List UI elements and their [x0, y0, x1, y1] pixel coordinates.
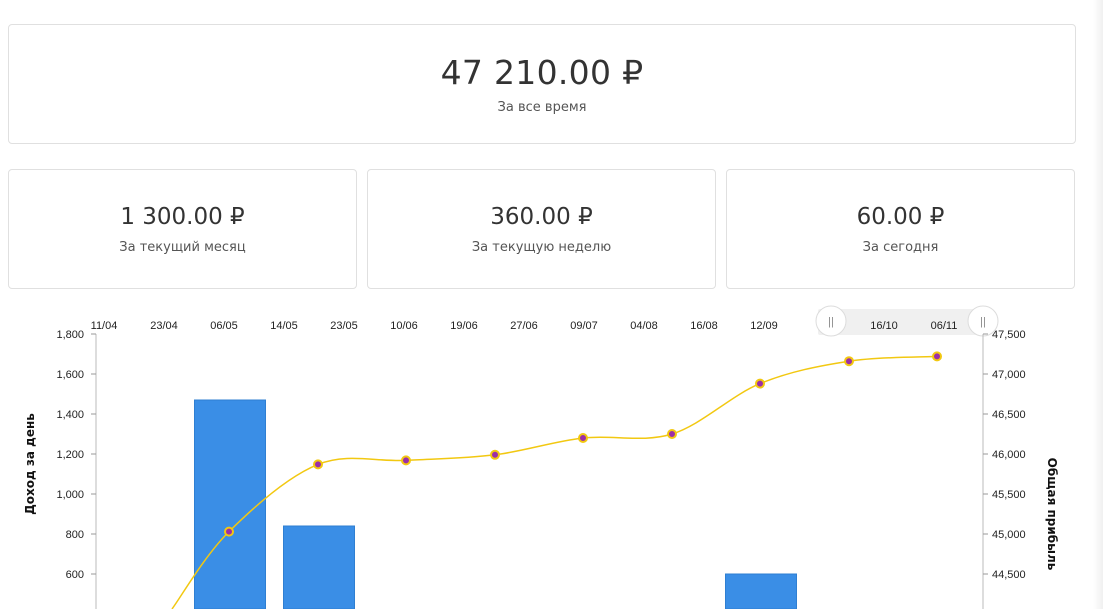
income-bar	[283, 525, 355, 609]
month-income-card: 1 300.00 ₽ За текущий месяц	[8, 169, 357, 289]
x-tick-label: 16/08	[690, 320, 718, 332]
income-bar	[194, 399, 266, 609]
profit-point	[667, 429, 677, 439]
today-income-label: За сегодня	[862, 240, 939, 255]
profit-point	[401, 455, 411, 466]
right-tick-label: 47,000	[992, 369, 1026, 381]
profit-point	[313, 459, 323, 470]
income-bar	[725, 573, 797, 609]
right-tick-label: 46,000	[992, 449, 1026, 461]
right-tick-label: 46,500	[992, 409, 1026, 421]
right-tick-label: 47,500	[992, 329, 1026, 341]
month-income-value: 1 300.00 ₽	[120, 204, 245, 230]
right-axis-ticks: 47,500 47,000 46,500 46,000 45,500 45,000 44,5…	[983, 329, 1026, 581]
total-income-value: 47 210.00 ₽	[440, 53, 644, 92]
x-tick-label: 16/10	[870, 320, 898, 332]
bars-series	[194, 399, 797, 609]
left-tick-label: 1,000	[56, 489, 84, 501]
left-tick-label: 800	[66, 529, 84, 541]
left-axis-ticks: 1,800 1,600 1,400 1,200 1,000 800 600	[56, 329, 96, 581]
x-tick-label: 04/08	[630, 320, 658, 332]
x-tick-label: 23/04	[150, 320, 178, 332]
right-grip-icon: ||	[980, 316, 986, 328]
left-axis-title: Доход за день	[23, 413, 37, 515]
left-tick-label: 600	[66, 569, 84, 581]
week-income-label: За текущую неделю	[471, 240, 612, 255]
profit-point	[224, 526, 234, 537]
left-tick-label: 1,600	[56, 369, 84, 381]
x-tick-label: 06/11	[931, 320, 958, 332]
week-income-value: 360.00 ₽	[490, 204, 593, 230]
right-tick-label: 45,500	[992, 489, 1026, 501]
left-tick-label: 1,200	[56, 449, 84, 461]
right-tick-label: 44,500	[992, 569, 1026, 581]
x-tick-label: 12/09	[750, 320, 778, 332]
x-tick-label: 06/05	[210, 320, 238, 332]
income-chart-svg: 11/04 23/04 06/05 14/05 23/05 10/06 19/06 27/06…	[23, 305, 1059, 609]
today-income-value: 60.00 ₽	[856, 204, 945, 230]
left-tick-label: 1,800	[56, 329, 84, 341]
x-tick-label: 11/04	[91, 320, 118, 332]
week-income-card: 360.00 ₽ За текущую неделю	[367, 169, 716, 289]
profit-point	[755, 378, 765, 389]
income-chart: 11/04 23/04 06/05 14/05 23/05 10/06 19/06 27/06…	[0, 300, 1103, 609]
profit-point	[578, 433, 588, 443]
x-tick-label: 23/05	[330, 320, 358, 332]
right-tick-label: 45,000	[992, 529, 1026, 541]
x-tick-label: 09/07	[570, 320, 598, 332]
x-tick-label: 14/05	[270, 320, 298, 332]
profit-point	[490, 449, 500, 460]
profit-point	[844, 356, 854, 367]
today-income-card: 60.00 ₽ За сегодня	[726, 169, 1075, 289]
total-income-card: 47 210.00 ₽ За все время	[8, 24, 1076, 144]
x-tick-label: 27/06	[510, 320, 538, 332]
right-axis-title: Общая прибыль	[1045, 458, 1059, 571]
x-tick-label: 10/06	[390, 320, 418, 332]
left-grip-icon: ||	[828, 316, 834, 328]
total-income-label: За все время	[497, 100, 587, 115]
right-edge-shadow	[1093, 0, 1103, 609]
left-tick-label: 1,400	[56, 409, 84, 421]
month-income-label: За текущий месяц	[119, 240, 246, 255]
profit-points	[224, 351, 942, 537]
x-tick-label: 19/06	[450, 320, 478, 332]
profit-point	[932, 351, 942, 362]
